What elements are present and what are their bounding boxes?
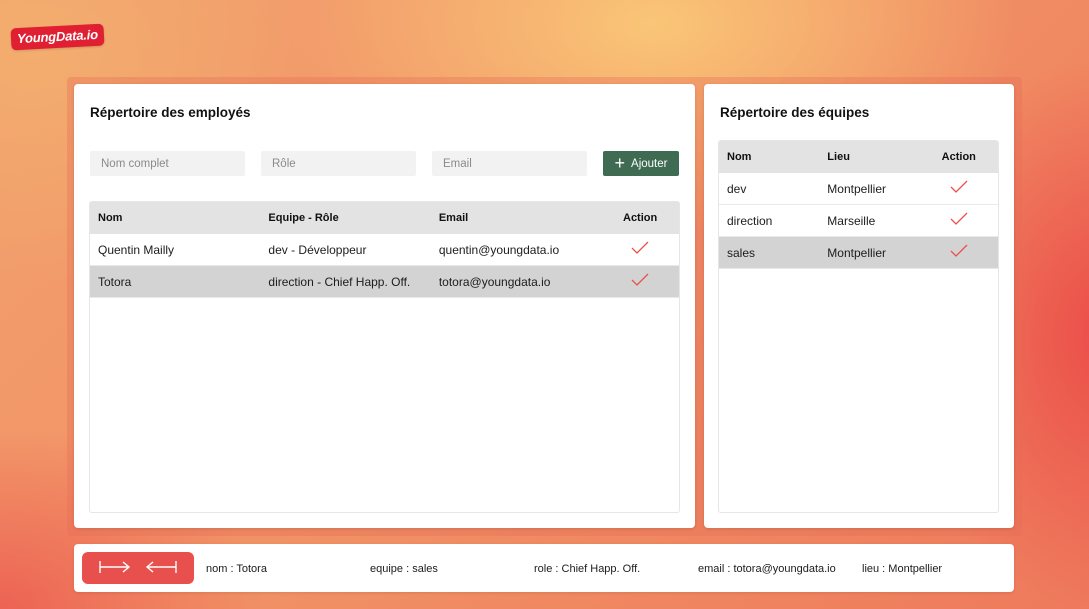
add-button-label: Ajouter	[631, 157, 668, 170]
column-header-nom: Nom	[98, 212, 123, 224]
selected-name: nom : Totora	[206, 563, 267, 575]
team-name-cell: sales	[727, 245, 756, 260]
plus-icon: +	[614, 152, 626, 173]
employees-table-header: Nom Equipe - Rôle Email Action	[90, 202, 679, 234]
team-location-cell: Marseille	[827, 213, 876, 228]
selected-team: equipe : sales	[370, 563, 438, 575]
team-location-cell: Montpellier	[827, 181, 886, 196]
team-name-cell: direction	[727, 213, 773, 228]
selection-footer: nom : Totora equipe : sales role : Chief…	[74, 544, 1014, 592]
employee-team-role-cell: dev - Développeur	[268, 242, 367, 257]
team-location-cell: Montpellier	[827, 245, 886, 260]
column-header-email: Email	[438, 212, 469, 224]
employee-name-cell: Totora	[98, 274, 132, 289]
check-icon[interactable]	[950, 180, 968, 194]
teams-title: Répertoire des équipes	[720, 105, 870, 120]
column-header-action: Action	[623, 212, 658, 224]
selected-email: email : totora@youngdata.io	[698, 563, 836, 575]
action-cell	[920, 180, 998, 197]
team-name-cell: dev	[727, 181, 747, 196]
add-employee-button[interactable]: + Ajouter	[603, 151, 679, 176]
employees-panel: Répertoire des employés + Ajouter Nom Eq…	[74, 84, 695, 528]
table-row[interactable]: direction Marseille	[719, 205, 998, 237]
action-cell	[601, 241, 679, 258]
employee-email-cell: totora@youngdata.io	[438, 274, 551, 289]
employees-title: Répertoire des employés	[90, 105, 251, 120]
action-cell	[920, 212, 998, 229]
email-input[interactable]	[432, 151, 587, 176]
column-header-equipe-role: Equipe - Rôle	[268, 212, 339, 224]
check-icon[interactable]	[631, 273, 649, 287]
action-cell	[601, 273, 679, 290]
teams-table-header: Nom Lieu Action	[719, 141, 998, 173]
selected-location: lieu : Montpellier	[862, 563, 943, 575]
arrow-left-to-bar-icon	[144, 559, 178, 578]
column-header-action: Action	[941, 151, 976, 163]
action-cell	[920, 244, 998, 261]
teams-table: Nom Lieu Action dev Montpellier directio…	[718, 140, 999, 513]
table-row[interactable]: dev Montpellier	[719, 173, 998, 205]
column-header-lieu: Lieu	[827, 151, 850, 163]
name-input[interactable]	[90, 151, 245, 176]
arrow-right-to-bar-icon	[98, 559, 132, 578]
brand-logo: YoungData.io	[10, 23, 105, 51]
employee-team-role-cell: direction - Chief Happ. Off.	[268, 274, 411, 289]
selected-role: role : Chief Happ. Off.	[534, 563, 641, 575]
table-row[interactable]: sales Montpellier	[719, 237, 998, 269]
table-row[interactable]: Quentin Mailly dev - Développeur quentin…	[90, 234, 679, 266]
employee-name-cell: Quentin Mailly	[98, 242, 175, 257]
employees-table: Nom Equipe - Rôle Email Action Quentin M…	[89, 201, 680, 513]
role-input[interactable]	[261, 151, 416, 176]
column-header-nom: Nom	[727, 151, 752, 163]
employee-email-cell: quentin@youngdata.io	[438, 242, 560, 257]
check-icon[interactable]	[950, 212, 968, 226]
table-row[interactable]: Totora direction - Chief Happ. Off. toto…	[90, 266, 679, 298]
teams-panel: Répertoire des équipes Nom Lieu Action d…	[704, 84, 1014, 528]
check-icon[interactable]	[631, 241, 649, 255]
swap-team-button[interactable]	[82, 552, 194, 584]
check-icon[interactable]	[950, 244, 968, 258]
